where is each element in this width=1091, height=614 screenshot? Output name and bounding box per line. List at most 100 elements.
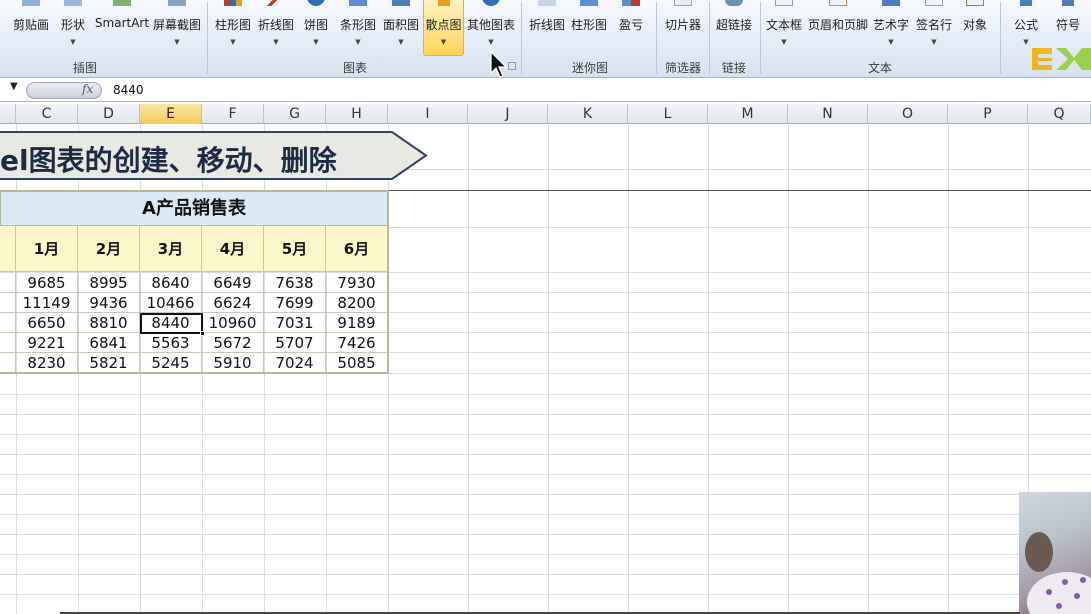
group-separator xyxy=(207,2,208,74)
line-chart-icon xyxy=(267,0,285,6)
shapes-button[interactable]: 形状 ▼ xyxy=(56,0,90,56)
table-cell[interactable]: 6649 xyxy=(202,273,264,293)
column-header-K[interactable]: K xyxy=(548,104,628,124)
scatter-chart-button[interactable]: 散点图 ▼ xyxy=(423,0,464,56)
grid-line xyxy=(0,394,1091,395)
column-header-J[interactable]: J xyxy=(468,104,548,124)
table-cell[interactable]: 8640 xyxy=(140,273,202,293)
table-cell[interactable]: 11149 xyxy=(16,293,78,313)
sparkline-line-button[interactable]: 折线图 xyxy=(527,0,567,56)
grid-line xyxy=(0,514,1091,515)
table-header-cell[interactable] xyxy=(0,226,16,272)
column-header-M[interactable]: M xyxy=(708,104,788,124)
table-cell[interactable] xyxy=(0,333,16,353)
table-cell[interactable]: 10960 xyxy=(202,313,264,333)
table-cell[interactable]: 9189 xyxy=(326,313,388,333)
other-charts-button[interactable]: 其他图表 ▼ xyxy=(466,0,516,56)
table-header-cell[interactable]: 1月 xyxy=(16,226,78,272)
table-cell[interactable]: 7426 xyxy=(326,333,388,353)
table-cell[interactable]: 8810 xyxy=(78,313,140,333)
textbox-button[interactable]: 文本框 ▼ xyxy=(763,0,805,56)
table-header-cell[interactable]: 6月 xyxy=(326,226,388,272)
grid-line xyxy=(388,124,389,614)
table-header-cell[interactable]: 2月 xyxy=(78,226,140,272)
formula-input[interactable]: 8440 xyxy=(113,83,144,97)
table-cell[interactable]: 8230 xyxy=(16,353,78,373)
fill-handle[interactable] xyxy=(200,331,205,336)
clipart-button[interactable]: 剪贴画 xyxy=(8,0,54,56)
group-separator xyxy=(1000,2,1001,74)
column-header-H[interactable]: H xyxy=(326,104,388,124)
column-header-G[interactable]: G xyxy=(264,104,326,124)
table-cell[interactable]: 9436 xyxy=(78,293,140,313)
active-cell-outline[interactable] xyxy=(140,313,203,334)
name-box-dropdown[interactable]: ▼ xyxy=(0,81,24,100)
dialog-launcher-icon[interactable] xyxy=(508,62,516,70)
table-cell[interactable]: 7031 xyxy=(264,313,326,333)
table-cell[interactable]: 9221 xyxy=(16,333,78,353)
table-cell[interactable] xyxy=(0,313,16,333)
table-title[interactable]: A产品销售表 xyxy=(0,190,388,226)
sparkline-column-button[interactable]: 柱形图 xyxy=(569,0,609,56)
table-cell[interactable] xyxy=(0,353,16,373)
sparkline-winloss-button[interactable]: 盈亏 xyxy=(614,0,648,56)
table-cell[interactable]: 6624 xyxy=(202,293,264,313)
hyperlink-button[interactable]: 超链接 xyxy=(712,0,756,56)
column-header-C[interactable]: C xyxy=(16,104,78,124)
table-cell[interactable]: 10466 xyxy=(140,293,202,313)
table-cell[interactable]: 8995 xyxy=(78,273,140,293)
bar-chart-button[interactable]: 条形图 ▼ xyxy=(338,0,378,56)
table-cell[interactable]: 5910 xyxy=(202,353,264,373)
signature-line-button[interactable]: 签名行 ▼ xyxy=(913,0,955,56)
table-cell[interactable]: 5085 xyxy=(326,353,388,373)
table-cell[interactable] xyxy=(0,273,16,293)
column-header-F[interactable]: F xyxy=(202,104,264,124)
grid-line xyxy=(0,474,1091,475)
table-cell[interactable]: 9685 xyxy=(16,273,78,293)
table-cell[interactable]: 8200 xyxy=(326,293,388,313)
column-header-L[interactable]: L xyxy=(628,104,708,124)
column-header-N[interactable]: N xyxy=(788,104,868,124)
table-cell[interactable]: 5245 xyxy=(140,353,202,373)
slicer-button[interactable]: 切片器 xyxy=(661,0,705,56)
table-cell[interactable]: 5563 xyxy=(140,333,202,353)
insert-function-icon[interactable]: fx xyxy=(82,82,93,96)
table-cell[interactable]: 7024 xyxy=(264,353,326,373)
table-cell[interactable]: 7699 xyxy=(264,293,326,313)
column-header-I[interactable]: I xyxy=(388,104,468,124)
header-footer-button[interactable]: 页眉和页脚 xyxy=(806,0,870,56)
line-chart-button[interactable]: 折线图 ▼ xyxy=(256,0,296,56)
column-header-partial[interactable] xyxy=(0,104,16,124)
grid-line xyxy=(788,124,789,614)
table-header-cell[interactable]: 5月 xyxy=(264,226,326,272)
shapes-icon xyxy=(64,0,82,6)
table-cell[interactable]: 5821 xyxy=(78,353,140,373)
table-cell[interactable]: 5672 xyxy=(202,333,264,353)
smartart-button[interactable]: SmartArt xyxy=(94,0,150,56)
group-label-illustrations: 插图 xyxy=(72,61,97,75)
table-header-cell[interactable]: 3月 xyxy=(140,226,202,272)
wordart-button[interactable]: 艺术字 ▼ xyxy=(871,0,911,56)
column-header-P[interactable]: P xyxy=(948,104,1028,124)
pie-chart-button[interactable]: 饼图 ▼ xyxy=(300,0,332,56)
table-cell[interactable] xyxy=(0,293,16,313)
table-cell[interactable]: 6650 xyxy=(16,313,78,333)
column-header-E[interactable]: E xyxy=(140,104,202,124)
table-cell[interactable]: 7930 xyxy=(326,273,388,293)
webcam-overlay xyxy=(1019,492,1091,614)
table-cell[interactable]: 6841 xyxy=(78,333,140,353)
group-label-charts: 图表 xyxy=(342,61,367,75)
table-cell[interactable]: 5707 xyxy=(264,333,326,353)
area-chart-button[interactable]: 面积图 ▼ xyxy=(381,0,421,56)
table-header-cell[interactable]: 4月 xyxy=(202,226,264,272)
column-chart-button[interactable]: 柱形图 ▼ xyxy=(213,0,253,56)
chevron-down-icon: ▼ xyxy=(1023,38,1029,46)
column-header-Q[interactable]: Q xyxy=(1028,104,1091,124)
table-cell[interactable]: 7638 xyxy=(264,273,326,293)
object-button[interactable]: 对象 xyxy=(958,0,992,56)
screenshot-button[interactable]: 屏幕截图 ▼ xyxy=(152,0,202,56)
mouse-cursor-icon xyxy=(490,51,508,78)
column-header-O[interactable]: O xyxy=(868,104,948,124)
ribbon: 剪贴画 形状 ▼ SmartArt 屏幕截图 ▼ 插图 柱形图 ▼ 折线图 ▼ … xyxy=(0,0,1091,78)
column-header-D[interactable]: D xyxy=(78,104,140,124)
